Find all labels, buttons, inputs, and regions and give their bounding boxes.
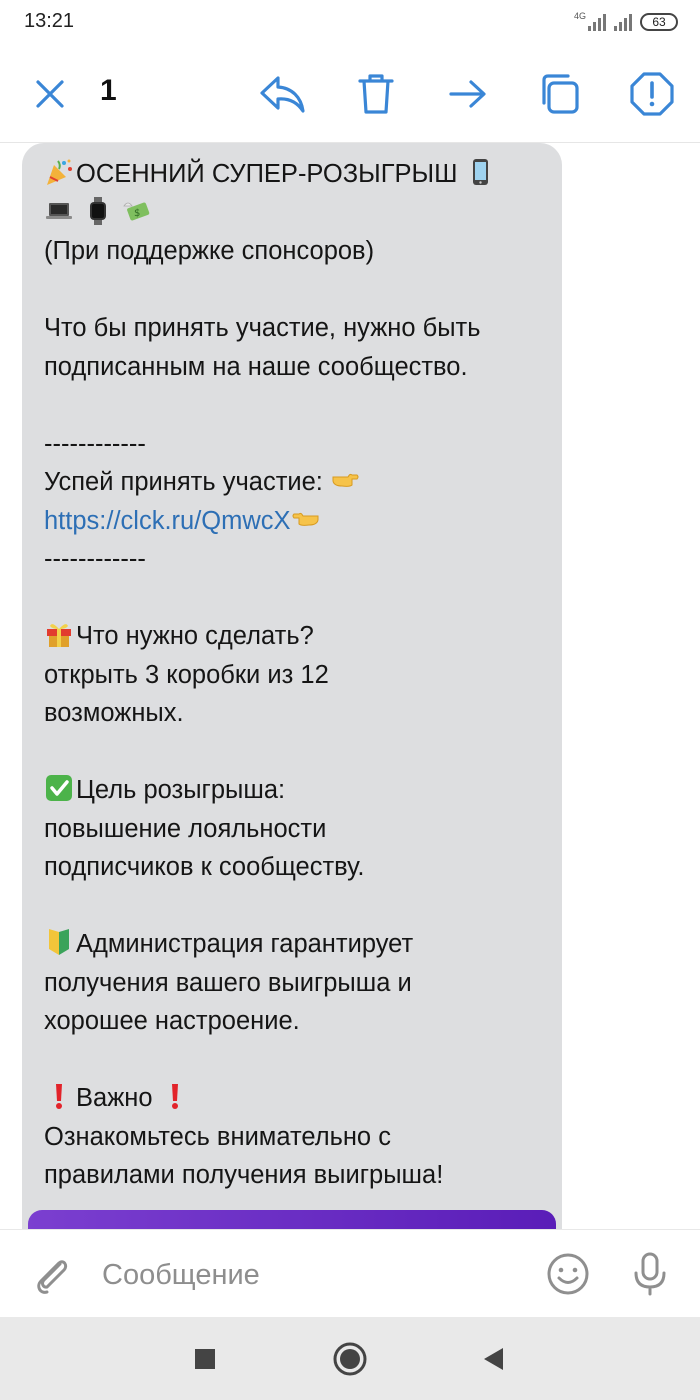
status-bar: 13:21 4G 63 [0,0,700,44]
pointing-right-icon [332,473,359,487]
message-attachment-preview[interactable] [28,1210,556,1229]
attach-icon[interactable] [28,1250,76,1298]
back-triangle-icon[interactable] [474,1339,514,1379]
battery-icon: 63 [640,13,678,31]
message-line-text: Цель розыгрыша: [76,776,286,804]
signal-strength-2-icon [614,13,632,31]
message-line: подписчиков к сообществу. [44,853,365,881]
message-input[interactable] [102,1258,502,1292]
recents-square-icon[interactable] [185,1339,225,1379]
message-line: Успей принять участие: [44,463,544,502]
giveaway-link[interactable]: https://clck.ru/QmwcX [44,507,291,535]
message-line: открыть 3 коробки из 12 [44,660,329,689]
message-line: $ [44,194,544,233]
battery-level: 63 [652,15,666,29]
message-line: возможных. [44,699,184,727]
reply-icon[interactable] [258,70,306,118]
home-circle-icon[interactable] [330,1339,370,1379]
message-line: Цель розыгрыша: [44,771,544,810]
message-line [44,579,544,618]
gift-icon [47,624,71,647]
forward-icon[interactable] [444,70,492,118]
message-composer [0,1229,700,1318]
selected-count: 1 [100,74,117,107]
watch-icon [90,196,107,225]
message-line-text: ОСЕННИЙ СУПЕР-РОЗЫГРЫШ [76,160,458,188]
message-line: Важно [44,1079,544,1118]
message-line: https://clck.ru/QmwcX [44,502,544,541]
message-line [44,887,544,926]
signal-strength-icon [588,13,606,31]
pointing-left-icon [292,512,319,526]
svg-text:$: $ [134,208,140,219]
trash-icon[interactable] [352,70,400,118]
laptop-icon [46,202,72,219]
network-type-label: 4G [573,11,586,21]
message-line-text: Что нужно сделать? [76,622,314,650]
system-navigation-bar [0,1317,700,1400]
close-icon[interactable] [26,70,74,118]
message-line: ОСЕННИЙ СУПЕР-РОЗЫГРЫШ [44,155,544,194]
message-line: хорошее настроение. [44,1007,300,1035]
message-list[interactable]: ОСЕННИЙ СУПЕР-РОЗЫГРЫШ $ (При поддержке … [0,143,700,1229]
status-time: 13:21 [24,10,75,32]
message-line: правилами получения выигрыша! [44,1161,444,1189]
message-line-text: Важно [76,1084,153,1112]
message-line: Что бы принять участие, нужно быть [44,314,481,342]
message-line: повышение лояльности [44,814,327,843]
message-line: Что нужно сделать? [44,617,544,656]
emoji-icon[interactable] [544,1250,592,1298]
message-line: Администрация гарантирует [44,925,544,964]
message-line-text: Администрация гарантирует [76,930,414,958]
party-popper-icon [47,159,72,185]
copy-icon[interactable] [536,70,584,118]
message-line-text: Успей принять участие: [44,468,323,496]
message-line [44,733,544,772]
money-wings-icon: $ [123,202,150,220]
message-line: ------------ [44,429,146,458]
exclamation-mark-icon [171,1084,178,1109]
exclamation-mark-icon [56,1084,62,1109]
message-line: ------------ [44,545,146,573]
message-line [44,386,544,425]
check-mark-button-icon [46,775,72,801]
message-line: подписанным на наше сообщество. [44,352,468,381]
message-line: Ознакомьтесь внимательно с [44,1122,391,1151]
selection-toolbar: 1 [0,44,700,143]
beginner-symbol-icon [49,929,69,955]
report-icon[interactable] [628,70,676,118]
message-line [44,271,544,310]
phone-icon [472,159,488,185]
message-line: получения вашего выигрыша и [44,968,412,997]
status-indicators: 4G 63 [574,11,678,33]
microphone-icon[interactable] [626,1250,674,1298]
message-line [44,1041,544,1080]
message-text: ОСЕННИЙ СУПЕР-РОЗЫГРЫШ $ (При поддержке … [44,155,544,1195]
message-line: (При поддержке спонсоров) [44,237,375,265]
